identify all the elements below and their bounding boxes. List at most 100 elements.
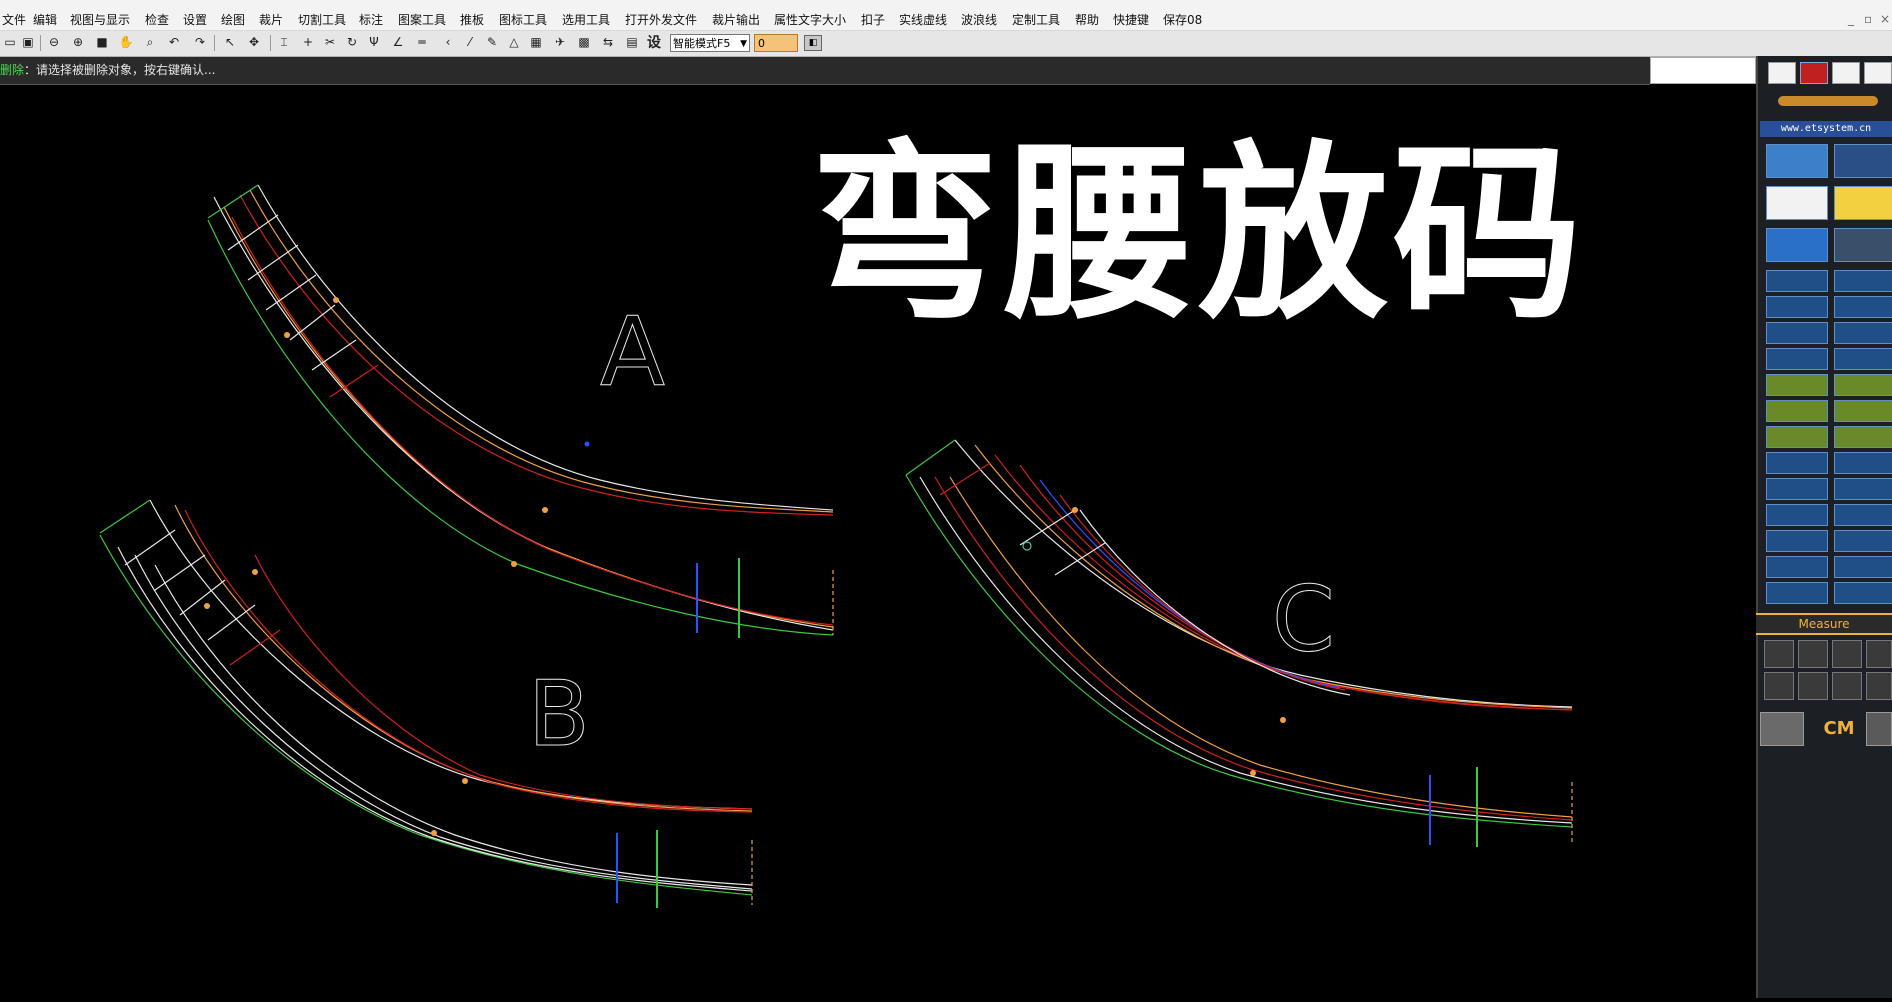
menu-settings[interactable]: 设置 — [183, 11, 207, 28]
grade-tool-2-icon[interactable] — [1834, 452, 1892, 474]
line-tool-6-icon[interactable] — [1834, 322, 1892, 344]
dart-tool-icon[interactable] — [1766, 374, 1828, 396]
button-tool-2-icon[interactable] — [1834, 426, 1892, 448]
line-tool-3-icon[interactable] — [1766, 296, 1828, 318]
menu-view[interactable]: 视图与显示 — [70, 11, 130, 28]
menu-annotate[interactable]: 标注 — [359, 11, 383, 28]
record-icon[interactable] — [1768, 62, 1796, 84]
toggle-icon[interactable]: ◧ — [804, 35, 822, 51]
pen-icon[interactable]: ✎ — [484, 34, 500, 50]
status-input-box[interactable] — [1650, 57, 1756, 84]
open-icon[interactable]: ▭ — [2, 34, 18, 50]
line-tool-2-icon[interactable] — [1834, 270, 1892, 292]
measure-shape-icon[interactable] — [1866, 672, 1892, 700]
grade-tool-9-icon[interactable] — [1766, 556, 1828, 578]
line-tool-8-icon[interactable] — [1834, 348, 1892, 370]
table-icon[interactable] — [1766, 186, 1828, 220]
redo-icon[interactable]: ↷ — [192, 34, 208, 50]
split-icon[interactable]: Ψ — [366, 34, 382, 50]
rotate-icon[interactable]: ↻ — [344, 34, 360, 50]
measure-angle-icon[interactable]: △ — [506, 34, 522, 50]
calculator-icon[interactable] — [1798, 672, 1828, 700]
menu-buttons[interactable]: 扣子 — [861, 11, 885, 28]
settings-icon[interactable]: 设 — [646, 34, 662, 51]
grade-tool-6-icon[interactable] — [1834, 504, 1892, 526]
grade-tool-8-icon[interactable] — [1834, 530, 1892, 552]
line-tool-7-icon[interactable] — [1766, 348, 1828, 370]
grade-tool-12-icon[interactable] — [1834, 582, 1892, 604]
measure-curve-icon[interactable] — [1832, 640, 1862, 668]
menu-custom-tools[interactable]: 定制工具 — [1012, 11, 1060, 28]
menu-pieces[interactable]: 裁片 — [259, 11, 283, 28]
pan-hand-icon[interactable]: ✋ — [118, 34, 134, 50]
line-tool-4-icon[interactable] — [1834, 296, 1892, 318]
mode-select[interactable]: 智能模式F5 ▼ — [670, 34, 750, 52]
grade-tool-10-icon[interactable] — [1834, 556, 1892, 578]
menu-draw[interactable]: 绘图 — [221, 11, 245, 28]
menu-check[interactable]: 检查 — [145, 11, 169, 28]
line-tool-5-icon[interactable] — [1766, 322, 1828, 344]
zoom-out-icon[interactable]: ⊖ — [46, 34, 62, 50]
pattern-piece-a[interactable] — [207, 184, 834, 638]
color-icon[interactable]: ▦ — [528, 34, 544, 50]
measure-angle-icon[interactable] — [1798, 640, 1828, 668]
select-delete-icon[interactable]: ↖ — [222, 34, 238, 50]
pattern-piece-b[interactable] — [99, 499, 753, 908]
parallel-icon[interactable]: ═ — [414, 34, 430, 50]
label-tool-icon[interactable] — [1834, 400, 1892, 422]
grade-tool-4-icon[interactable] — [1834, 478, 1892, 500]
pattern-piece-c[interactable] — [905, 439, 1573, 847]
menu-save[interactable]: 保存08 — [1163, 11, 1202, 28]
plane-icon[interactable]: ✈ — [552, 34, 568, 50]
zoom-in-icon[interactable]: ⊕ — [70, 34, 86, 50]
minimize-icon[interactable]: _ — [1848, 12, 1854, 26]
grade-tool-7-icon[interactable] — [1766, 530, 1828, 552]
value-input[interactable]: 0 — [754, 34, 798, 52]
close-icon[interactable]: × — [1880, 12, 1890, 26]
scissors-icon[interactable]: ✂ — [322, 34, 338, 50]
arrow-down-icon[interactable] — [1834, 144, 1892, 178]
ruler-icon[interactable]: ⁄ — [462, 34, 478, 50]
grade-tool-11-icon[interactable] — [1766, 582, 1828, 604]
align-icon[interactable]: ⌶ — [276, 34, 292, 50]
grade-tool-1-icon[interactable] — [1766, 452, 1828, 474]
grid-icon[interactable]: ▩ — [576, 34, 592, 50]
angle-icon[interactable]: ∠ — [390, 34, 406, 50]
grade-tool-3-icon[interactable] — [1766, 478, 1828, 500]
undo-icon[interactable]: ↶ — [166, 34, 182, 50]
measure-tape-icon[interactable] — [1866, 640, 1892, 668]
menu-piece-output[interactable]: 裁片输出 — [712, 11, 760, 28]
paint-icon[interactable] — [1832, 62, 1860, 84]
green-tool-icon[interactable]: ‹ — [440, 34, 456, 50]
notch-tool-icon[interactable] — [1766, 400, 1828, 422]
folder-icon[interactable] — [1834, 186, 1892, 220]
layer-icon[interactable]: ▤ — [624, 34, 640, 50]
unit-toggle-button[interactable] — [1760, 712, 1804, 746]
menu-help[interactable]: 帮助 — [1075, 11, 1099, 28]
flag-icon[interactable] — [1800, 62, 1828, 84]
mirror-icon[interactable]: ⇆ — [600, 34, 616, 50]
zoom-previous-icon[interactable]: ⌕ — [142, 34, 158, 50]
needle-icon[interactable] — [1834, 228, 1892, 262]
menu-wavy-line[interactable]: 波浪线 — [961, 11, 997, 28]
menu-grading[interactable]: 推板 — [460, 11, 484, 28]
zoom-window-icon[interactable]: ■ — [94, 34, 110, 50]
menu-shortcuts[interactable]: 快捷键 — [1113, 11, 1149, 28]
menu-edit[interactable]: 编辑 — [33, 11, 57, 28]
measure-corner-icon[interactable] — [1832, 672, 1862, 700]
measure-length-icon[interactable] — [1764, 640, 1794, 668]
move-icon[interactable]: ✥ — [246, 34, 262, 50]
panel-menu-icon[interactable] — [1864, 62, 1892, 84]
calendar-icon[interactable] — [1866, 712, 1892, 746]
select-piece-icon[interactable] — [1766, 144, 1828, 178]
menu-file[interactable]: 文件 — [2, 11, 26, 28]
restore-icon[interactable]: ▫ — [1864, 12, 1872, 26]
line-tool-1-icon[interactable] — [1766, 270, 1828, 292]
measure-line-icon[interactable] — [1764, 672, 1794, 700]
menu-attr-text-size[interactable]: 属性文字大小 — [774, 11, 846, 28]
menu-open-external[interactable]: 打开外发文件 — [625, 11, 697, 28]
cross-icon[interactable]: + — [300, 34, 316, 50]
menu-pattern-tools[interactable]: 图案工具 — [398, 11, 446, 28]
menu-icon-tools[interactable]: 图标工具 — [499, 11, 547, 28]
menu-cut-tools[interactable]: 切割工具 — [298, 11, 346, 28]
